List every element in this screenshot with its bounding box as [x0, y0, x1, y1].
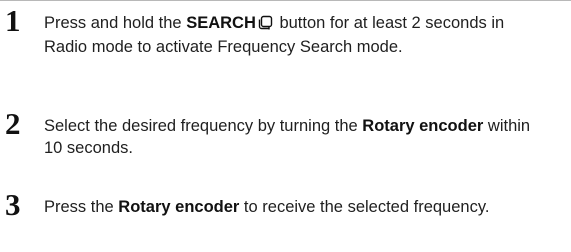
- search-button-icon: [258, 14, 273, 36]
- step-number: 2: [5, 106, 21, 141]
- step-instruction: Press the Rotary encoder to receive the …: [44, 196, 544, 218]
- step-instruction: Select the desired frequency by turning …: [44, 115, 544, 159]
- top-divider: [0, 0, 571, 1]
- rotary-encoder-label: Rotary encoder: [118, 198, 240, 216]
- step-instruction: Press and hold the SEARCH button for at …: [44, 12, 544, 58]
- rotary-encoder-label: Rotary encoder: [362, 117, 484, 135]
- step-text-part: to receive the selected frequency.: [239, 198, 490, 216]
- step-number: 3: [5, 187, 21, 222]
- step-text-part: Press and hold the: [44, 14, 187, 32]
- step-number: 1: [5, 3, 21, 38]
- step-text-part: Press the: [44, 198, 119, 216]
- step-text-part: Select the desired frequency by turning …: [44, 117, 363, 135]
- search-button-label: SEARCH: [186, 14, 256, 32]
